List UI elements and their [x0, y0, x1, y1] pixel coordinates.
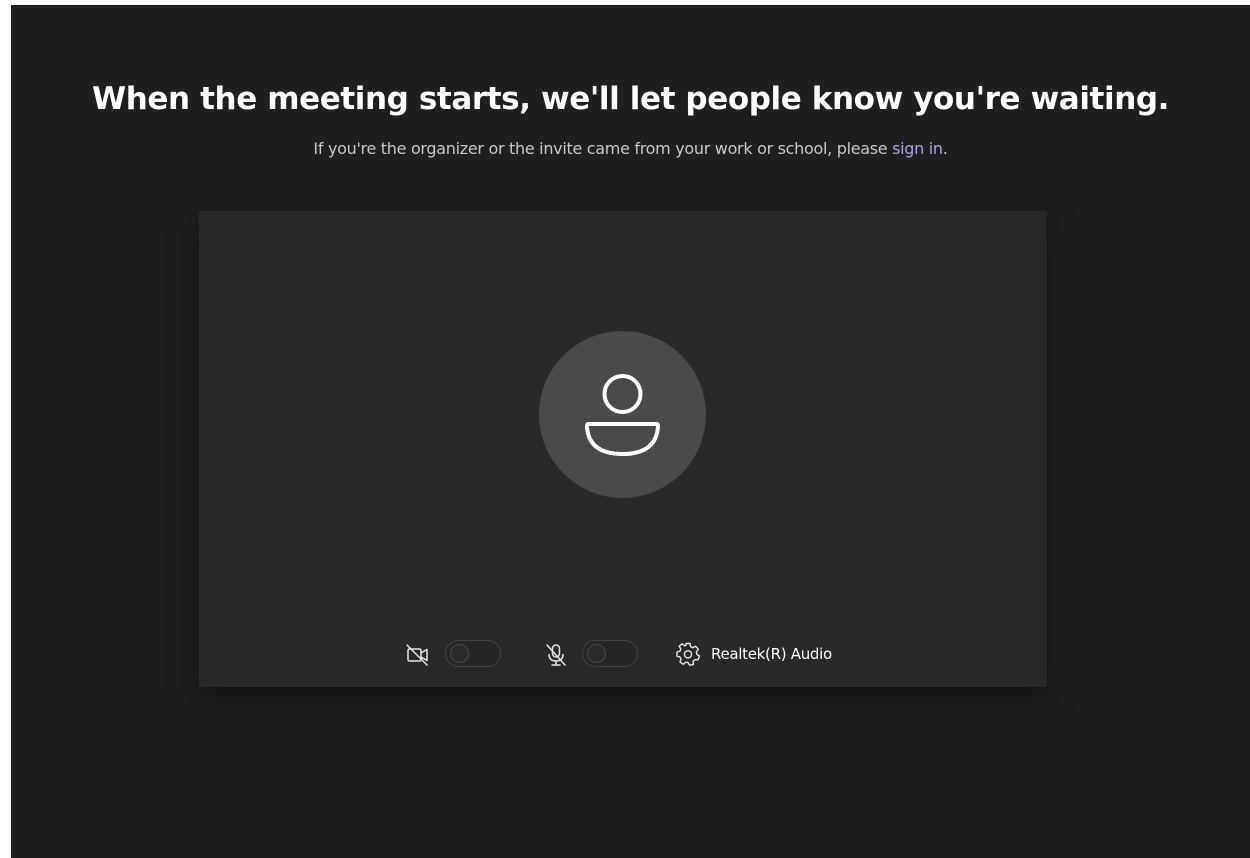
- audio-device-label: Realtek(R) Audio: [711, 645, 832, 663]
- sign-in-prompt-period: .: [942, 139, 948, 158]
- sign-in-link[interactable]: sign in: [892, 139, 943, 158]
- camera-toggle[interactable]: [445, 640, 501, 667]
- person-icon: [585, 374, 660, 456]
- mic-off-icon[interactable]: [543, 642, 569, 668]
- device-controls: Realtek(R) Audio: [199, 636, 1047, 672]
- waiting-screen: When the meeting starts, we'll let peopl…: [11, 5, 1250, 858]
- camera-toggle-knob: [450, 644, 469, 663]
- page-title: When the meeting starts, we'll let peopl…: [91, 81, 1170, 117]
- sign-in-prompt: If you're the organizer or the invite ca…: [11, 139, 1250, 158]
- video-off-icon[interactable]: [405, 642, 431, 668]
- microphone-toggle[interactable]: [582, 640, 638, 667]
- microphone-toggle-knob: [587, 644, 606, 663]
- device-settings-button[interactable]: Realtek(R) Audio: [675, 640, 832, 668]
- gear-icon: [676, 642, 701, 666]
- video-preview-panel: Realtek(R) Audio: [199, 211, 1047, 687]
- sign-in-prompt-text: If you're the organizer or the invite ca…: [313, 139, 893, 158]
- avatar: [539, 331, 706, 498]
